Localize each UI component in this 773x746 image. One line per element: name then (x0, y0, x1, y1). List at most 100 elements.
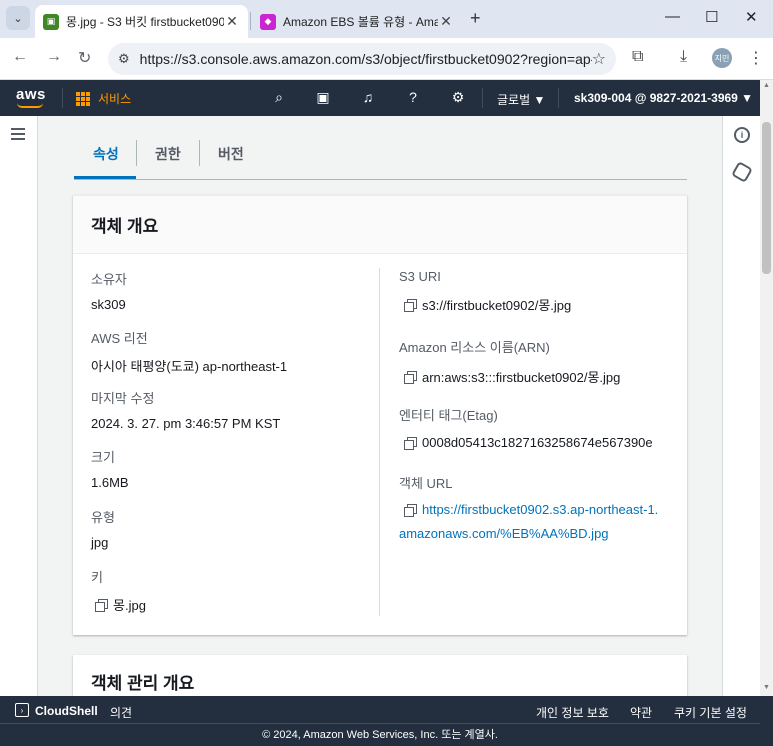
copy-icon[interactable] (95, 598, 108, 612)
field-label: S3 URI (399, 269, 441, 284)
scrollbar-thumb[interactable] (762, 122, 771, 274)
footer-links-row: › CloudShell 의견 개인 정보 보호 약관 쿠키 기본 설정 (0, 696, 760, 724)
copy-icon[interactable] (404, 436, 417, 450)
site-info-icon[interactable]: ⚙ (118, 51, 130, 67)
feedback-link[interactable]: 의견 (110, 704, 132, 721)
back-icon[interactable]: ← (12, 48, 28, 66)
terms-link[interactable]: 약관 (630, 704, 652, 721)
aws-logo-text: aws (16, 86, 46, 103)
services-label: 서비스 (98, 92, 132, 106)
last-modified-field: 마지막 수정 2024. 3. 27. pm 3:46:57 PM KST (91, 388, 280, 431)
tab-separator (250, 12, 251, 30)
field-label: 객체 URL (399, 476, 453, 491)
close-tab-icon[interactable]: ✕ (224, 13, 240, 30)
forward-icon[interactable]: → (46, 48, 62, 66)
services-menu[interactable]: 서비스 (76, 90, 131, 107)
feedback-hexagon-icon[interactable] (731, 161, 753, 183)
object-detail-tabs: 속성 권한 버전 (74, 138, 687, 180)
new-tab-button[interactable]: + (470, 8, 481, 29)
copy-icon[interactable] (404, 370, 417, 384)
card-title: 객체 개요 (91, 217, 159, 236)
browser-tab-s3-object[interactable]: ▣ 몽.jpg - S3 버킷 firstbucket0902 ✕ (35, 5, 248, 38)
field-label: 유형 (91, 510, 115, 525)
cloudshell-icon: › (15, 703, 29, 717)
address-bar-row: ← → ↻ ⚙ https://s3.console.aws.amazon.co… (0, 38, 773, 80)
object-overview-card: 객체 개요 소유자 sk309 AWS 리전 아시아 태평양(도쿄) ap-no… (73, 195, 687, 635)
field-value: 몽.jpg (95, 595, 146, 614)
tab-permissions[interactable]: 권한 (155, 144, 181, 164)
s3-uri-text: s3://firstbucket0902/몽.jpg (422, 298, 572, 313)
account-menu[interactable]: sk309-004 @ 9827-2021-3969 ▼ (574, 91, 753, 105)
field-label: 소유자 (91, 272, 127, 287)
copy-icon[interactable] (404, 504, 417, 517)
close-tab-icon[interactable]: ✕ (438, 13, 454, 30)
etag-text: 0008d05413c1827163258674e567390e (422, 435, 653, 450)
field-value: arn:aws:s3:::firstbucket0902/몽.jpg (404, 367, 620, 386)
page-scrollbar[interactable]: ▲ ▼ (760, 80, 773, 696)
info-icon[interactable]: i (734, 127, 750, 143)
privacy-link[interactable]: 개인 정보 보호 (536, 704, 609, 721)
url-text: https://s3.console.aws.amazon.com/s3/obj… (139, 51, 592, 67)
owner-field: 소유자 sk309 (91, 269, 127, 312)
browser-tab-ebs-docs[interactable]: ◆ Amazon EBS 볼륨 유형 - Amazon ✕ (252, 5, 462, 38)
bookmark-star-icon[interactable]: ☆ (592, 49, 606, 69)
extensions-icon[interactable]: ⧉ (632, 48, 643, 66)
hamburger-menu-icon[interactable] (11, 128, 25, 143)
region-field: AWS 리전 아시아 태평양(도쿄) ap-northeast-1 (91, 328, 287, 375)
field-value: 아시아 태평양(도쿄) ap-northeast-1 (91, 359, 288, 374)
right-rail: i (722, 116, 760, 696)
tab-separator (199, 140, 200, 166)
download-icon[interactable]: ⤓ (680, 48, 687, 66)
s3-uri-field: S3 URI s3://firstbucket0902/몽.jpg (399, 269, 571, 314)
field-value: jpg (91, 535, 109, 550)
tab-properties[interactable]: 속성 (93, 144, 119, 164)
aws-docs-favicon-icon: ◆ (260, 13, 276, 30)
scroll-down-icon[interactable]: ▼ (763, 684, 770, 691)
key-field: 키 몽.jpg (91, 567, 146, 614)
field-label: 엔터티 태그(Etag) (399, 408, 498, 423)
minimize-icon[interactable]: — (665, 8, 680, 25)
profile-avatar[interactable]: 지민 (712, 48, 732, 68)
tab-versions[interactable]: 버전 (218, 144, 244, 164)
card-header: 객체 개요 (73, 196, 687, 254)
aws-smile-icon (17, 103, 43, 108)
tab-title: 몽.jpg - S3 버킷 firstbucket0902 (66, 15, 224, 29)
field-value: 2024. 3. 27. pm 3:46:57 PM KST (91, 416, 281, 431)
field-label: 키 (91, 570, 103, 585)
object-url-link[interactable]: https://firstbucket0902.s3.ap-northeast-… (399, 498, 658, 546)
nav-divider (558, 88, 559, 108)
notifications-bell-icon[interactable]: ♫ (359, 89, 377, 105)
type-field: 유형 jpg (91, 507, 115, 550)
field-value: sk309 (91, 297, 126, 312)
maximize-icon[interactable]: ☐ (705, 8, 718, 26)
search-icon[interactable]: ⌕ (270, 89, 288, 106)
cookie-preferences-link[interactable]: 쿠키 기본 설정 (674, 704, 747, 721)
close-window-icon[interactable]: ✕ (745, 8, 758, 26)
column-divider (379, 268, 380, 616)
cloudshell-link[interactable]: CloudShell (35, 704, 98, 718)
tab-separator (136, 140, 137, 166)
etag-field: 엔터티 태그(Etag) 0008d05413c1827163258674e56… (399, 405, 653, 450)
help-icon[interactable]: ? (404, 89, 422, 105)
settings-gear-icon[interactable]: ⚙ (449, 89, 467, 106)
object-url-field: 객체 URL https://firstbucket0902.s3.ap-nor… (399, 473, 658, 546)
region-selector[interactable]: 글로벌 ▼ (497, 91, 545, 108)
reload-icon[interactable]: ↻ (78, 48, 91, 68)
key-value-text: 몽.jpg (113, 598, 146, 613)
field-value: 1.6MB (91, 475, 129, 490)
tab-search-button[interactable]: ⌄ (6, 6, 30, 30)
url-field[interactable]: ⚙ https://s3.console.aws.amazon.com/s3/o… (108, 43, 616, 75)
browser-tab-strip: ⌄ ▣ 몽.jpg - S3 버킷 firstbucket0902 ✕ ◆ Am… (0, 0, 773, 38)
field-value: s3://firstbucket0902/몽.jpg (404, 295, 571, 314)
cloudshell-icon[interactable]: ▣ (314, 89, 332, 106)
field-label: 크기 (91, 450, 115, 465)
menu-dots-icon[interactable]: ⋮ (748, 48, 764, 68)
url-line-1: https://firstbucket0902.s3.ap-northeast-… (404, 498, 658, 522)
s3-favicon-icon: ▣ (43, 13, 59, 30)
active-tab-underline (74, 176, 136, 179)
size-field: 크기 1.6MB (91, 447, 129, 490)
aws-logo[interactable]: aws (16, 86, 46, 108)
aws-footer: › CloudShell 의견 개인 정보 보호 약관 쿠키 기본 설정 © 2… (0, 696, 773, 746)
scroll-up-icon[interactable]: ▲ (763, 82, 770, 89)
copy-icon[interactable] (404, 298, 417, 312)
